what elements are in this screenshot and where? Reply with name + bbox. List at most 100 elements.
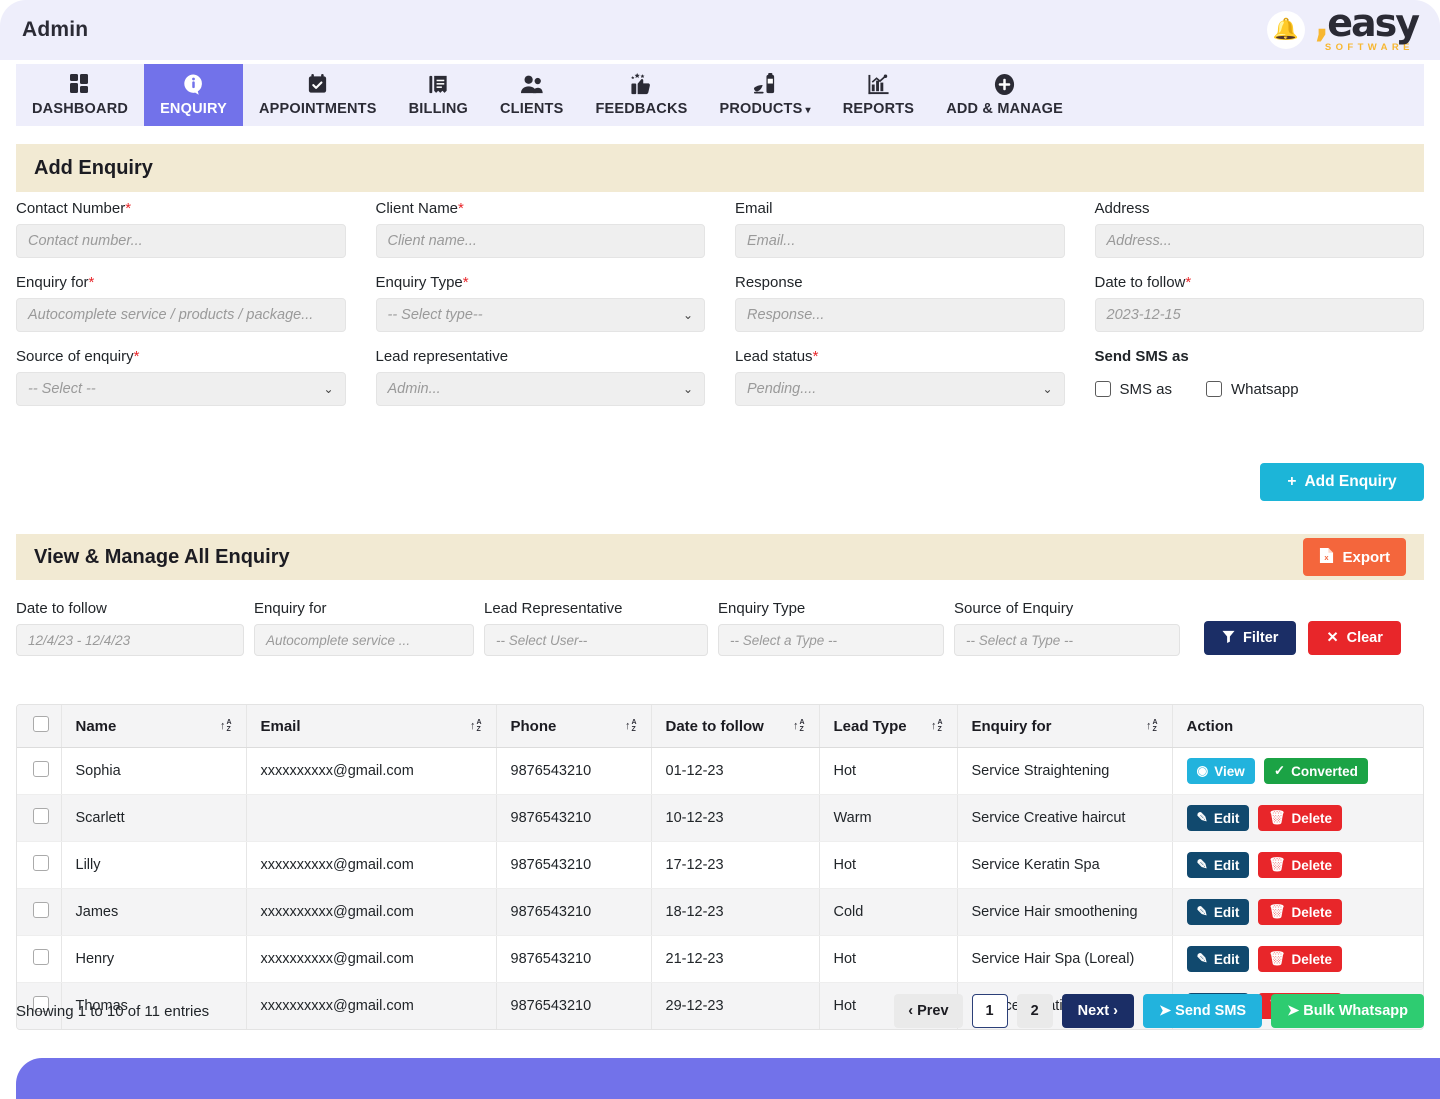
cell-action: ◉View ✓Converted — [1172, 748, 1423, 795]
nav-label-dashboard: DASHBOARD — [32, 101, 128, 117]
logo-text: easy — [1327, 1, 1418, 45]
column-header-name[interactable]: Name↑AZ — [61, 705, 246, 748]
view-manage-title: View & Manage All Enquiry — [34, 546, 290, 569]
row-checkbox[interactable] — [33, 761, 49, 777]
contact-number-input[interactable]: Contact number... — [16, 224, 346, 258]
row-checkbox[interactable] — [33, 808, 49, 824]
filter-date-to-follow-input[interactable]: 12/4/23 - 12/4/23 — [16, 624, 244, 656]
field-address: Address Address... — [1095, 200, 1425, 258]
page-button-1[interactable]: 1 — [972, 994, 1008, 1028]
page-button-2[interactable]: 2 — [1017, 994, 1053, 1028]
source-of-enquiry-select[interactable]: -- Select --⌄ — [16, 372, 346, 406]
pencil-square-icon: ✎ — [1197, 951, 1208, 967]
filter-date-to-follow: Date to follow 12/4/23 - 12/4/23 — [16, 600, 244, 656]
column-header-enquiry-for[interactable]: Enquiry for↑AZ — [957, 705, 1172, 748]
date-to-follow-input[interactable]: 2023-12-15 — [1095, 298, 1425, 332]
filter-source-of-enquiry: Source of Enquiry -- Select a Type -- — [954, 600, 1180, 656]
edit-button[interactable]: ✎Edit — [1187, 852, 1250, 878]
sort-icon: ↑AZ — [931, 719, 943, 733]
next-page-label: Next — [1078, 1003, 1109, 1019]
client-name-input[interactable]: Client name... — [376, 224, 706, 258]
cell-email: xxxxxxxxxx@gmail.com — [246, 842, 496, 889]
clear-button[interactable]: ✕ Clear — [1308, 621, 1400, 655]
response-input[interactable]: Response... — [735, 298, 1065, 332]
funnel-icon — [1222, 630, 1235, 647]
nav-item-feedbacks[interactable]: FEEDBACKS — [579, 64, 703, 126]
column-header-lead-type[interactable]: Lead Type ↑AZ — [819, 705, 957, 748]
delete-button[interactable]: 🗑Delete — [1258, 852, 1342, 878]
cell-date: 01-12-23 — [651, 748, 819, 795]
nav-item-reports[interactable]: REPORTS — [827, 64, 931, 126]
nav-item-enquiry[interactable]: ENQUIRY — [144, 64, 243, 126]
chevron-down-icon: ⌄ — [683, 382, 693, 396]
field-enquiry-type: Enquiry Type* -- Select type-- ⌄ — [376, 274, 706, 332]
filter-source-of-enquiry-select[interactable]: -- Select a Type -- — [954, 624, 1180, 656]
delete-button[interactable]: 🗑Delete — [1258, 899, 1342, 925]
export-button[interactable]: x Export — [1303, 538, 1406, 576]
lead-status-select[interactable]: Pending....⌄ — [735, 372, 1065, 406]
checkbox-sms-as[interactable]: SMS as — [1095, 381, 1173, 398]
chevron-down-icon: ⌄ — [683, 308, 693, 322]
prev-page-button[interactable]: ‹ Prev — [894, 994, 962, 1028]
delete-button[interactable]: 🗑Delete — [1258, 805, 1342, 831]
label-text: Enquiry for — [16, 274, 89, 291]
cell-action: ✎Edit 🗑Delete — [1172, 936, 1423, 983]
filter-enquiry-type: Enquiry Type -- Select a Type -- — [718, 600, 944, 656]
label-text: Source of enquiry — [16, 348, 134, 365]
select-all-checkbox[interactable] — [33, 716, 49, 732]
nav-item-add-manage[interactable]: ADD & MANAGE — [930, 64, 1079, 126]
filter-enquiry-for-input[interactable]: Autocomplete service ... — [254, 624, 474, 656]
cell-lead-type: Hot — [819, 748, 957, 795]
nav-label-billing: BILLING — [409, 101, 468, 117]
form-row-2: Enquiry for* Autocomplete service / prod… — [16, 274, 1424, 332]
notification-bell-button[interactable]: 🔔 — [1267, 11, 1305, 49]
filter-button[interactable]: Filter — [1204, 621, 1296, 655]
send-sms-button[interactable]: ➤ Send SMS — [1143, 994, 1262, 1028]
email-input[interactable]: Email... — [735, 224, 1065, 258]
edit-button[interactable]: ✎Edit — [1187, 946, 1250, 972]
bulk-whatsapp-button[interactable]: ➤ Bulk Whatsapp — [1271, 994, 1424, 1028]
required-asterisk: * — [458, 200, 464, 217]
row-select-cell — [17, 889, 61, 936]
nav-item-products[interactable]: PRODUCTS▾ — [703, 64, 826, 126]
cell-email: xxxxxxxxxx@gmail.com — [246, 748, 496, 795]
cell-name: Lilly — [61, 842, 246, 889]
cell-phone: 9876543210 — [496, 889, 651, 936]
edit-button[interactable]: ✎Edit — [1187, 899, 1250, 925]
row-checkbox[interactable] — [33, 855, 49, 871]
label-text: Date to follow — [1095, 274, 1186, 291]
column-header-email[interactable]: Email↑AZ — [246, 705, 496, 748]
enquiry-for-input[interactable]: Autocomplete service / products / packag… — [16, 298, 346, 332]
nav-item-dashboard[interactable]: DASHBOARD — [16, 64, 144, 126]
app-page: Admin 🔔 ,easy SOFTWARE DASHBOARD — [0, 0, 1440, 1099]
enquiry-type-value: -- Select type-- — [388, 307, 483, 323]
address-input[interactable]: Address... — [1095, 224, 1425, 258]
enquiry-type-select[interactable]: -- Select type-- ⌄ — [376, 298, 706, 332]
row-select-cell — [17, 842, 61, 889]
next-page-button[interactable]: Next › — [1062, 994, 1134, 1028]
add-enquiry-submit-button[interactable]: + Add Enquiry — [1260, 463, 1424, 501]
column-label-lead-type: Lead Type — [834, 718, 907, 735]
label-enquiry-type: Enquiry Type* — [376, 274, 706, 291]
cell-date: 10-12-23 — [651, 795, 819, 842]
filter-enquiry-type-select[interactable]: -- Select a Type -- — [718, 624, 944, 656]
cell-date: 21-12-23 — [651, 936, 819, 983]
checkbox-whatsapp[interactable]: Whatsapp — [1206, 381, 1299, 398]
view-button[interactable]: ◉View — [1187, 758, 1255, 784]
converted-button[interactable]: ✓Converted — [1264, 758, 1368, 784]
lead-representative-select[interactable]: Admin...⌄ — [376, 372, 706, 406]
nav-item-appointments[interactable]: APPOINTMENTS — [243, 64, 393, 126]
column-header-phone[interactable]: Phone↑AZ — [496, 705, 651, 748]
nav-label-products-text: PRODUCTS — [719, 101, 802, 117]
row-checkbox[interactable] — [33, 902, 49, 918]
checkbox-whatsapp-label: Whatsapp — [1231, 381, 1299, 398]
thumbs-up-stars-icon — [629, 72, 654, 96]
nav-item-billing[interactable]: BILLING — [393, 64, 484, 126]
row-checkbox[interactable] — [33, 949, 49, 965]
column-header-date-to-follow[interactable]: Date to follow↑AZ — [651, 705, 819, 748]
filter-lead-representative-select[interactable]: -- Select User-- — [484, 624, 708, 656]
prev-page-label: Prev — [917, 1003, 948, 1019]
delete-button[interactable]: 🗑Delete — [1258, 946, 1342, 972]
edit-button[interactable]: ✎Edit — [1187, 805, 1250, 831]
nav-item-clients[interactable]: CLIENTS — [484, 64, 579, 126]
